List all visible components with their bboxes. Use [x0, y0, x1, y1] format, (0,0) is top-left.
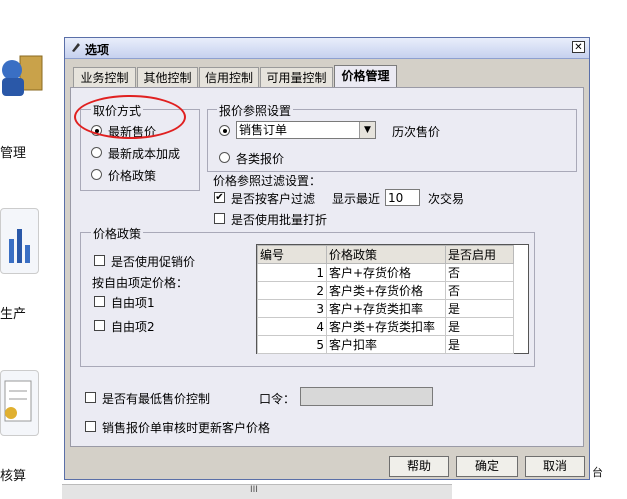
price-policy-label: 价格政策	[108, 169, 157, 183]
app-icon-production[interactable]	[0, 208, 39, 274]
app-icon-management[interactable]	[0, 50, 44, 98]
table-row[interactable]: 5 客户扣率 是	[257, 335, 514, 354]
bg-label-production: 生产	[0, 307, 27, 322]
bg-label-accounting: 核算	[0, 469, 27, 484]
table-row[interactable]: 1 客户+存货价格 否	[257, 263, 514, 282]
various-quotes-label: 各类报价	[236, 152, 285, 166]
history-price-label: 历次售价	[392, 125, 441, 139]
sales-order-value: 销售订单	[239, 123, 288, 137]
dialog-app-icon	[70, 41, 82, 53]
price-policy-table: 编号 价格政策 是否启用 1 客户+存货价格 否 2 客户类+存货价格 否 3	[257, 245, 514, 354]
cell-number: 3	[257, 299, 327, 318]
sales-order-select[interactable]: 销售订单 ▼	[236, 121, 376, 139]
table-header-row: 编号 价格政策 是否启用	[257, 245, 514, 264]
batch-discount-checkbox[interactable]	[214, 213, 225, 224]
password-label: 口令：	[259, 392, 296, 406]
transactions-label: 次交易	[428, 192, 465, 206]
chevron-down-icon[interactable]: ▼	[359, 122, 375, 138]
cell-policy: 客户扣率	[326, 335, 446, 354]
radio-cost-markup[interactable]	[91, 147, 102, 158]
header-policy: 价格政策	[326, 245, 446, 264]
cell-number: 1	[257, 263, 327, 282]
price-management-panel: 取价方式 最新售价 最新成本加成 价格政策 报价参照设置 销售订单 ▼ 历次售价…	[70, 87, 584, 447]
free-item2-label: 自由项2	[111, 320, 155, 334]
header-number: 编号	[257, 245, 327, 264]
cell-enabled: 是	[445, 335, 514, 354]
radio-price-policy[interactable]	[91, 169, 102, 180]
app-icon-accounting[interactable]	[0, 370, 39, 436]
quote-ref-title: 报价参照设置	[217, 102, 294, 119]
close-icon[interactable]: ✕	[572, 41, 585, 53]
bg-label-management: 管理	[0, 146, 27, 161]
scrollbar-grip: III	[250, 485, 258, 495]
filter-customer-label: 是否按客户过滤	[231, 192, 316, 206]
recent-count-input[interactable]: 10	[385, 189, 420, 206]
free-item2-checkbox[interactable]	[94, 320, 105, 331]
password-input[interactable]	[300, 387, 433, 406]
cell-enabled: 是	[445, 317, 514, 336]
radio-sales-order[interactable]	[219, 125, 230, 136]
cell-policy: 客户+存货类扣率	[326, 299, 446, 318]
tab-credit-control[interactable]: 信用控制	[199, 67, 259, 87]
dialog-title: 选项	[85, 43, 110, 57]
table-row[interactable]: 2 客户类+存货价格 否	[257, 281, 514, 300]
table-row[interactable]: 3 客户+存货类扣率 是	[257, 299, 514, 318]
tab-available-control[interactable]: 可用量控制	[260, 67, 333, 87]
free-item1-label: 自由项1	[111, 296, 155, 310]
radio-various-quotes[interactable]	[219, 152, 230, 163]
dialog-titlebar[interactable]: 选项 ✕	[65, 38, 589, 59]
min-price-label: 是否有最低售价控制	[102, 392, 211, 406]
cell-enabled: 否	[445, 281, 514, 300]
update-price-checkbox[interactable]	[85, 421, 96, 432]
cell-policy: 客户类+存货价格	[326, 281, 446, 300]
cell-policy: 客户+存货价格	[326, 263, 446, 282]
tab-business-control[interactable]: 业务控制	[73, 67, 136, 87]
batch-discount-label: 是否使用批量打折	[231, 213, 328, 227]
header-enabled: 是否启用	[445, 245, 514, 264]
price-policy-title: 价格政策	[91, 225, 144, 242]
recent-label: 显示最近	[332, 192, 381, 206]
table-row[interactable]: 4 客户类+存货类扣率 是	[257, 317, 514, 336]
cell-policy: 客户类+存货类扣率	[326, 317, 446, 336]
cell-number: 2	[257, 281, 327, 300]
cancel-button[interactable]: 取消	[525, 456, 585, 477]
cell-enabled: 否	[445, 263, 514, 282]
free-item1-checkbox[interactable]	[94, 296, 105, 307]
custom-price-label: 按自由项定价格：	[92, 276, 189, 290]
ok-button[interactable]: 确定	[456, 456, 518, 477]
horizontal-scrollbar[interactable]: III	[62, 484, 452, 499]
tab-price-management[interactable]: 价格管理	[334, 65, 397, 88]
filter-title: 价格参照过滤设置：	[213, 174, 322, 188]
cost-markup-label: 最新成本加成	[108, 147, 181, 161]
cell-number: 4	[257, 317, 327, 336]
min-price-checkbox[interactable]	[85, 392, 96, 403]
bg-status-char: 台	[592, 466, 603, 479]
promo-price-label: 是否使用促销价	[111, 255, 196, 269]
tab-other-control[interactable]: 其他控制	[137, 67, 198, 87]
highlight-oval	[74, 95, 186, 139]
cell-number: 5	[257, 335, 327, 354]
promo-price-checkbox[interactable]	[94, 255, 105, 266]
help-button[interactable]: 帮助	[389, 456, 449, 477]
cell-enabled: 是	[445, 299, 514, 318]
update-price-label: 销售报价单审核时更新客户价格	[102, 421, 271, 435]
filter-customer-checkbox[interactable]: ✔	[214, 192, 225, 203]
